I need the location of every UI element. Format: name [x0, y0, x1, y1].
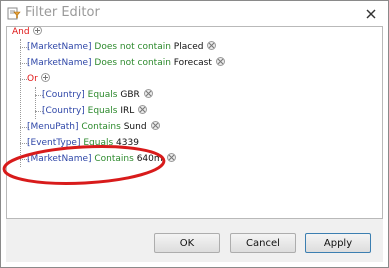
tree-line: [20, 39, 21, 167]
title-bar: Filter Editor: [1, 1, 388, 25]
cancel-button[interactable]: Cancel: [230, 233, 296, 253]
condition-node: [MarketName] Does not contain Forecast: [27, 55, 225, 71]
or-group-operator[interactable]: Or: [27, 74, 38, 84]
ok-button[interactable]: OK: [154, 233, 220, 253]
remove-condition-icon[interactable]: [138, 105, 148, 114]
condition-operator[interactable]: Does not contain: [94, 42, 171, 52]
remove-condition-icon[interactable]: [143, 89, 153, 98]
dialog-client-area: And [MarketName] Does not contain Placed…: [6, 26, 383, 262]
condition-field[interactable]: [MarketName]: [27, 58, 92, 68]
tree-line: [35, 87, 36, 119]
condition-field[interactable]: [MarketName]: [27, 154, 92, 164]
window-title: Filter Editor: [25, 5, 100, 20]
close-icon[interactable]: [364, 7, 378, 21]
condition-operator[interactable]: Contains: [94, 154, 133, 164]
condition-value[interactable]: 640m: [137, 154, 163, 164]
condition-operator[interactable]: Equals: [88, 90, 118, 100]
condition-value[interactable]: Forecast: [174, 58, 212, 68]
condition-node: [Country] Equals GBR: [42, 87, 153, 103]
condition-operator[interactable]: Does not contain: [94, 58, 171, 68]
condition-value[interactable]: 4339: [116, 138, 139, 148]
condition-operator[interactable]: Contains: [81, 122, 120, 132]
condition-node: [EventType] Equals 4339: [27, 135, 139, 151]
root-group-node: And: [12, 24, 42, 40]
condition-operator[interactable]: Equals: [88, 106, 118, 116]
condition-value[interactable]: IRL: [120, 106, 134, 116]
remove-condition-icon[interactable]: [215, 57, 225, 66]
condition-field[interactable]: [EventType]: [27, 138, 80, 148]
condition-field[interactable]: [MenuPath]: [27, 122, 79, 132]
add-condition-icon[interactable]: [40, 73, 50, 82]
condition-node: [Country] Equals IRL: [42, 103, 148, 119]
condition-node: [MarketName] Contains 640m: [27, 151, 176, 167]
condition-operator[interactable]: Equals: [83, 138, 113, 148]
filter-editor-icon: [7, 7, 21, 20]
remove-condition-icon[interactable]: [207, 41, 217, 50]
or-group-node: Or: [27, 71, 50, 87]
apply-button[interactable]: Apply: [305, 233, 371, 253]
remove-condition-icon[interactable]: [166, 153, 176, 162]
filter-tree-panel: And [MarketName] Does not contain Placed…: [6, 26, 383, 219]
remove-condition-icon[interactable]: [150, 121, 160, 130]
condition-node: [MenuPath] Contains Sund: [27, 119, 160, 135]
condition-value[interactable]: GBR: [120, 90, 139, 100]
condition-field[interactable]: [MarketName]: [27, 42, 92, 52]
condition-field[interactable]: [Country]: [42, 106, 85, 116]
filter-editor-window: Filter Editor And [MarketName] Does not …: [0, 0, 389, 268]
add-condition-icon[interactable]: [32, 26, 42, 35]
root-group-operator[interactable]: And: [12, 27, 30, 37]
condition-node: [MarketName] Does not contain Placed: [27, 39, 217, 55]
condition-value[interactable]: Sund: [124, 122, 147, 132]
condition-value[interactable]: Placed: [174, 42, 204, 52]
condition-field[interactable]: [Country]: [42, 90, 85, 100]
